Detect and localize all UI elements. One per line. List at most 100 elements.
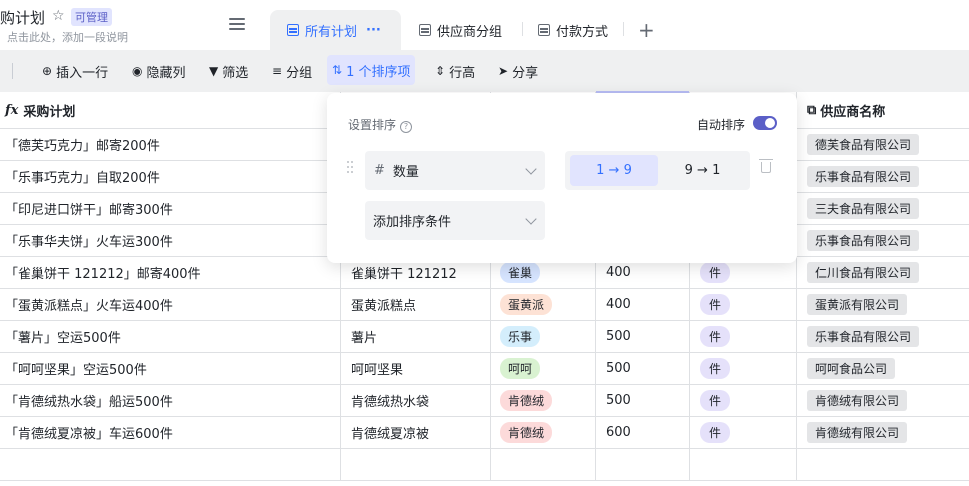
tab-supplier-group[interactable]: 供应商分组 bbox=[419, 10, 502, 50]
product-cell[interactable]: 肯德绒热水袋 bbox=[351, 385, 486, 416]
permission-badge: 可管理 bbox=[71, 8, 112, 26]
plan-cell[interactable]: 「薯片」空运500件 bbox=[5, 321, 335, 352]
group-label: 分组 bbox=[286, 65, 313, 81]
add-tab-button[interactable]: + bbox=[638, 10, 655, 50]
share-button[interactable]: ➤ 分享 bbox=[498, 50, 538, 92]
more-icon[interactable]: ··· bbox=[366, 23, 381, 38]
product-cell[interactable]: 薯片 bbox=[351, 321, 486, 352]
help-icon[interactable]: ? bbox=[400, 121, 413, 133]
sort-icon: ⇅ bbox=[332, 63, 343, 77]
plan-cell[interactable]: 「肯德绒夏凉被」车运600件 bbox=[5, 417, 335, 448]
tab-label: 付款方式 bbox=[556, 24, 609, 40]
product-text: 雀巢饼干 121212 bbox=[351, 267, 457, 282]
plan-text: 「乐事巧克力」自取200件 bbox=[5, 171, 160, 186]
table-row[interactable]: 「肯德绒夏凉被」车运600件 肯德绒夏凉被 肯德绒 600 件 肯德绒有限公司 bbox=[0, 417, 969, 449]
group-button[interactable]: ≡ 分组 bbox=[272, 50, 312, 92]
plan-cell[interactable]: 「肯德绒热水袋」船运500件 bbox=[5, 385, 335, 416]
insert-row-button[interactable]: ⊕ 插入一行 bbox=[42, 50, 108, 92]
sort-descending-option[interactable]: 9 → 1 bbox=[660, 155, 745, 186]
supplier-cell[interactable]: 乐事食品有限公司 bbox=[807, 225, 967, 256]
supplier-tag: 乐事食品有限公司 bbox=[807, 326, 920, 347]
column-header-supplier[interactable]: ⧉ 供应商名称 bbox=[807, 92, 885, 129]
product-text: 呵呵坚果 bbox=[351, 363, 404, 378]
supplier-cell[interactable]: 乐事食品有限公司 bbox=[807, 321, 967, 352]
quantity-cell[interactable]: 500 bbox=[606, 321, 686, 352]
supplier-tag: 蛋黄派有限公司 bbox=[807, 294, 908, 315]
supplier-cell[interactable]: 呵呵食品公司 bbox=[807, 353, 967, 384]
formula-icon: fx bbox=[5, 103, 19, 118]
product-cell[interactable]: 蛋黄派糕点 bbox=[351, 289, 486, 320]
filter-button[interactable]: ▼ 筛选 bbox=[209, 50, 248, 92]
row-height-icon: ⇕ bbox=[435, 64, 446, 78]
product-cell[interactable]: 肯德绒夏凉被 bbox=[351, 417, 486, 448]
top-bar: 购计划 ☆ 可管理 点击此处，添加一段说明 所有计划 ··· 供应商分组 付款方… bbox=[0, 0, 969, 50]
supplier-cell[interactable]: 三夫食品有限公司 bbox=[807, 193, 967, 224]
unit-cell[interactable]: 件 bbox=[700, 321, 790, 352]
sort-button[interactable]: ⇅ 1 个排序项 bbox=[327, 55, 416, 85]
quantity-text: 600 bbox=[606, 425, 631, 440]
quantity-cell[interactable]: 400 bbox=[606, 289, 686, 320]
sort-field-select[interactable]: # 数量 bbox=[365, 151, 545, 190]
row-height-button[interactable]: ⇕ 行高 bbox=[435, 50, 475, 92]
sort-ascending-option[interactable]: 1 → 9 bbox=[570, 155, 658, 186]
plan-text: 「蛋黄派糕点」火车运400件 bbox=[5, 299, 173, 314]
supplier-cell[interactable]: 肯德绒有限公司 bbox=[807, 385, 967, 416]
unit-cell[interactable]: 件 bbox=[700, 417, 790, 448]
sort-popup-title-text: 设置排序 bbox=[348, 118, 397, 132]
plan-cell[interactable]: 「呵呵坚果」空运500件 bbox=[5, 353, 335, 384]
plan-cell[interactable]: 「蛋黄派糕点」火车运400件 bbox=[5, 289, 335, 320]
star-icon[interactable]: ☆ bbox=[52, 8, 65, 24]
tab-all-plans[interactable]: 所有计划 ··· bbox=[270, 10, 401, 50]
insert-row-label: 插入一行 bbox=[56, 65, 109, 81]
supplier-cell[interactable]: 蛋黄派有限公司 bbox=[807, 289, 967, 320]
table-row[interactable]: 「呵呵坚果」空运500件 呵呵坚果 呵呵 500 件 呵呵食品公司 bbox=[0, 353, 969, 385]
link-icon: ⧉ bbox=[807, 103, 817, 118]
plan-cell[interactable]: 「印尼进口饼干」邮寄300件 bbox=[5, 193, 335, 224]
brand-tag: 肯德绒 bbox=[500, 422, 553, 443]
quantity-cell[interactable]: 600 bbox=[606, 417, 686, 448]
plan-cell[interactable]: 「雀巢饼干 121212」邮寄400件 bbox=[5, 257, 335, 288]
supplier-tag: 呵呵食品公司 bbox=[807, 358, 896, 379]
add-sort-condition-label: 添加排序条件 bbox=[373, 215, 452, 230]
unit-tag: 件 bbox=[700, 422, 731, 443]
quantity-text: 500 bbox=[606, 361, 631, 376]
supplier-cell[interactable]: 德芙食品有限公司 bbox=[807, 129, 967, 160]
quantity-text: 400 bbox=[606, 265, 631, 280]
table-row[interactable]: 「蛋黄派糕点」火车运400件 蛋黄派糕点 蛋黄派 400 件 蛋黄派有限公司 bbox=[0, 289, 969, 321]
quantity-cell[interactable]: 500 bbox=[606, 385, 686, 416]
brand-cell[interactable]: 肯德绒 bbox=[500, 417, 590, 448]
brand-cell[interactable]: 肯德绒 bbox=[500, 385, 590, 416]
table-row[interactable]: 「薯片」空运500件 薯片 乐事 500 件 乐事食品有限公司 bbox=[0, 321, 969, 353]
brand-cell[interactable]: 呵呵 bbox=[500, 353, 590, 384]
tab-label: 所有计划 bbox=[305, 24, 358, 40]
product-cell[interactable]: 呵呵坚果 bbox=[351, 353, 486, 384]
unit-cell[interactable]: 件 bbox=[700, 353, 790, 384]
empty-row[interactable] bbox=[0, 449, 969, 481]
plan-cell[interactable]: 「德芙巧克力」邮寄200件 bbox=[5, 129, 335, 160]
brand-cell[interactable]: 蛋黄派 bbox=[500, 289, 590, 320]
page-title[interactable]: 购计划 bbox=[0, 7, 45, 28]
plan-cell[interactable]: 「乐事巧克力」自取200件 bbox=[5, 161, 335, 192]
supplier-cell[interactable]: 乐事食品有限公司 bbox=[807, 161, 967, 192]
tab-payment-method[interactable]: 付款方式 bbox=[538, 10, 608, 50]
hide-columns-button[interactable]: ◉ 隐藏列 bbox=[132, 50, 186, 92]
brand-cell[interactable]: 乐事 bbox=[500, 321, 590, 352]
table-row[interactable]: 「肯德绒热水袋」船运500件 肯德绒热水袋 肯德绒 500 件 肯德绒有限公司 bbox=[0, 385, 969, 417]
auto-sort-label: 自动排序 bbox=[697, 118, 746, 132]
plan-cell[interactable]: 「乐事华夫饼」火车运300件 bbox=[5, 225, 335, 256]
sort-settings-popup: 设置排序? 自动排序 # 数量 1 → 9 9 → 1 添加排序条件 bbox=[327, 93, 797, 263]
add-sort-condition-select[interactable]: 添加排序条件 bbox=[365, 201, 545, 240]
quantity-text: 400 bbox=[606, 297, 631, 312]
supplier-cell[interactable]: 仁川食品有限公司 bbox=[807, 257, 967, 288]
description-placeholder[interactable]: 点击此处，添加一段说明 bbox=[7, 29, 128, 45]
auto-sort-toggle[interactable] bbox=[753, 116, 777, 130]
share-label: 分享 bbox=[512, 65, 539, 81]
unit-cell[interactable]: 件 bbox=[700, 385, 790, 416]
delete-icon[interactable] bbox=[759, 159, 773, 173]
supplier-cell[interactable]: 肯德绒有限公司 bbox=[807, 417, 967, 448]
drag-handle-icon[interactable] bbox=[347, 161, 355, 175]
menu-icon[interactable] bbox=[229, 18, 245, 31]
quantity-cell[interactable]: 500 bbox=[606, 353, 686, 384]
column-header-plan[interactable]: fx 采购计划 bbox=[5, 92, 75, 129]
unit-cell[interactable]: 件 bbox=[700, 289, 790, 320]
